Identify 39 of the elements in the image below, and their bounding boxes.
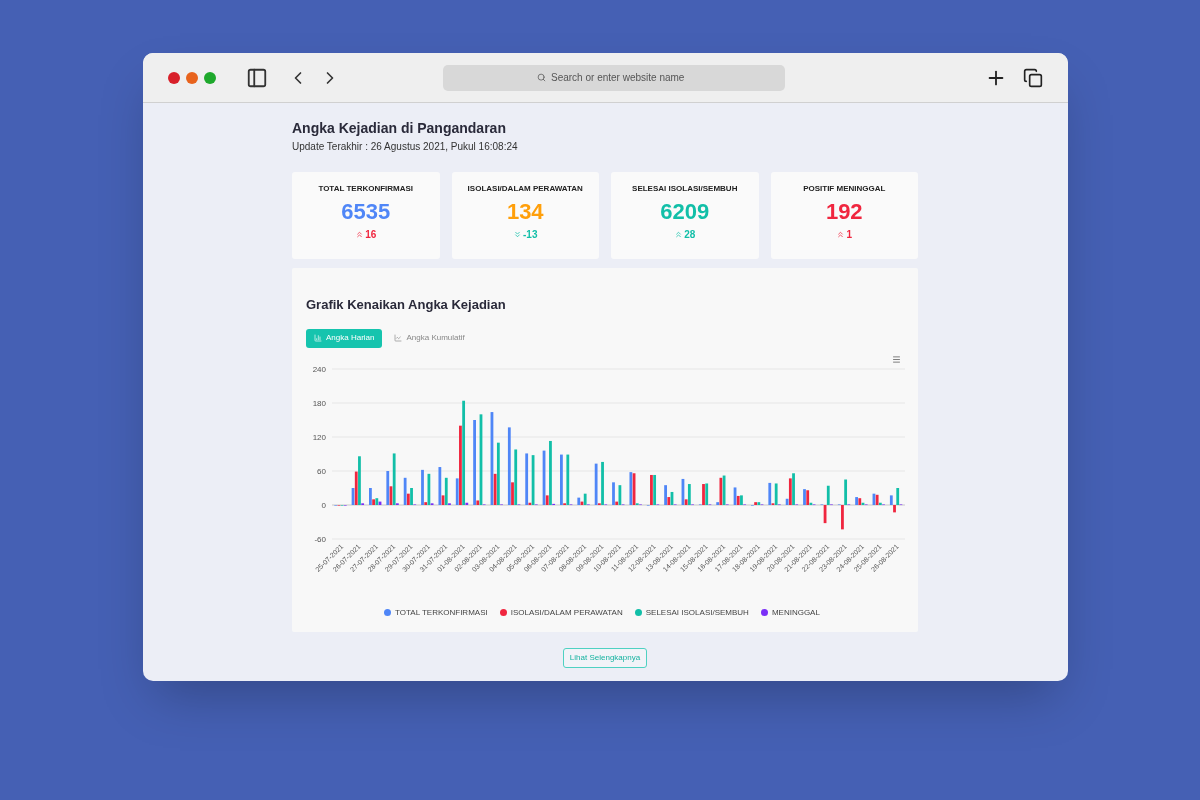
page-title: Angka Kejadian di Pangandaran bbox=[292, 119, 507, 138]
stat-label: TOTAL TERKONFIRMASI bbox=[318, 183, 414, 195]
line-chart-icon bbox=[394, 334, 403, 342]
axis-tick-label: 240 bbox=[312, 364, 326, 374]
address-field[interactable]: Search or enter website name bbox=[551, 70, 691, 85]
sidebar-icon[interactable] bbox=[246, 66, 268, 89]
legend-label: TOTAL TERKONFIRMASI bbox=[395, 606, 488, 619]
chart-tab[interactable]: Angka Kumulatif bbox=[388, 328, 471, 348]
axis-tick-label: 180 bbox=[312, 398, 326, 408]
stat-change: 1 bbox=[846, 228, 853, 242]
maximize-window-icon[interactable] bbox=[204, 71, 216, 84]
stat-value: 192 bbox=[825, 199, 863, 225]
stat-change: 28 bbox=[684, 228, 696, 242]
legend-label: ISOLASI/DALAM PERAWATAN bbox=[510, 606, 623, 619]
stat-value: 134 bbox=[506, 199, 544, 225]
menu-icon[interactable] bbox=[892, 355, 901, 364]
bar-chart-icon bbox=[314, 334, 322, 342]
close-window-icon[interactable] bbox=[168, 71, 180, 84]
chart-title: Grafik Kenaikan Angka Kejadian bbox=[306, 296, 507, 314]
axis-tick-label: -60 bbox=[314, 534, 326, 544]
address-bar[interactable]: Search or enter website name bbox=[443, 64, 785, 91]
last-update-text: Update Terakhir : 26 Agustus 2021, Pukul 16:08:24 bbox=[292, 140, 519, 154]
stat-label: ISOLASI/DALAM PERAWATAN bbox=[467, 183, 583, 195]
stat-label: SELESAI ISOLASI/SEMBUH bbox=[632, 183, 738, 195]
stat-value: 6209 bbox=[660, 199, 710, 225]
stat-change: 16 bbox=[365, 228, 377, 242]
stat-label: POSITIF MENINGGAL bbox=[803, 183, 886, 195]
minimize-window-icon[interactable] bbox=[186, 71, 198, 84]
stat-value: 6535 bbox=[341, 199, 391, 225]
tabs-overview-icon[interactable] bbox=[1023, 67, 1043, 88]
axis-tick-label: 0 bbox=[321, 500, 326, 510]
axis-tick-label: 60 bbox=[317, 466, 326, 476]
legend-label: SELESAI ISOLASI/SEMBUH bbox=[645, 606, 749, 619]
axis-tick-label: 120 bbox=[312, 432, 326, 442]
see-more-button[interactable]: Lihat Selengkapnya bbox=[562, 648, 648, 668]
legend-label: MENINGGAL bbox=[771, 606, 820, 619]
search-icon bbox=[537, 73, 546, 82]
chart-tab[interactable]: Angka Harian bbox=[306, 328, 383, 348]
stat-change: -13 bbox=[523, 228, 538, 242]
